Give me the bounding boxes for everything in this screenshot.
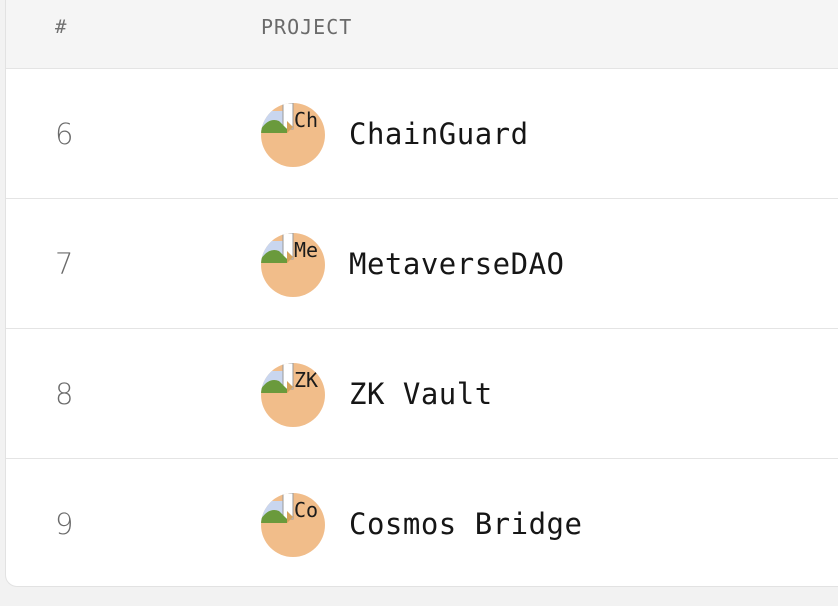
table-row[interactable]: 6 Ch ChainGuard	[6, 69, 838, 199]
table-row[interactable]: 8 ZK ZK Vault	[6, 329, 838, 459]
column-header-number[interactable]: #	[55, 16, 67, 38]
row-number: 8	[55, 377, 74, 411]
row-number: 7	[55, 247, 74, 281]
table-row[interactable]: 7 Me MetaverseDAO	[6, 199, 838, 329]
project-avatar: Me	[261, 233, 325, 297]
column-header-project[interactable]: PROJECT	[261, 15, 352, 39]
project-name[interactable]: ZK Vault	[349, 377, 493, 411]
project-avatar: Co	[261, 493, 325, 557]
avatar-alt-text: ZK	[294, 368, 319, 392]
row-number: 6	[55, 117, 74, 151]
table-row[interactable]: 9 Co Cosmos Bridge	[6, 459, 838, 586]
row-number: 9	[55, 507, 74, 541]
avatar-alt-text: Co	[294, 498, 319, 522]
project-avatar: ZK	[261, 363, 325, 427]
avatar-alt-text: Ch	[294, 108, 319, 132]
project-name[interactable]: ChainGuard	[349, 117, 529, 151]
project-name[interactable]: MetaverseDAO	[349, 247, 565, 281]
project-avatar: Ch	[261, 103, 325, 167]
table-header-row: # PROJECT	[6, 0, 838, 69]
project-name[interactable]: Cosmos Bridge	[349, 507, 582, 541]
projects-table: # PROJECT 6 Ch ChainGuard 7 Me Metaverse…	[5, 0, 838, 587]
avatar-alt-text: Me	[294, 238, 319, 262]
